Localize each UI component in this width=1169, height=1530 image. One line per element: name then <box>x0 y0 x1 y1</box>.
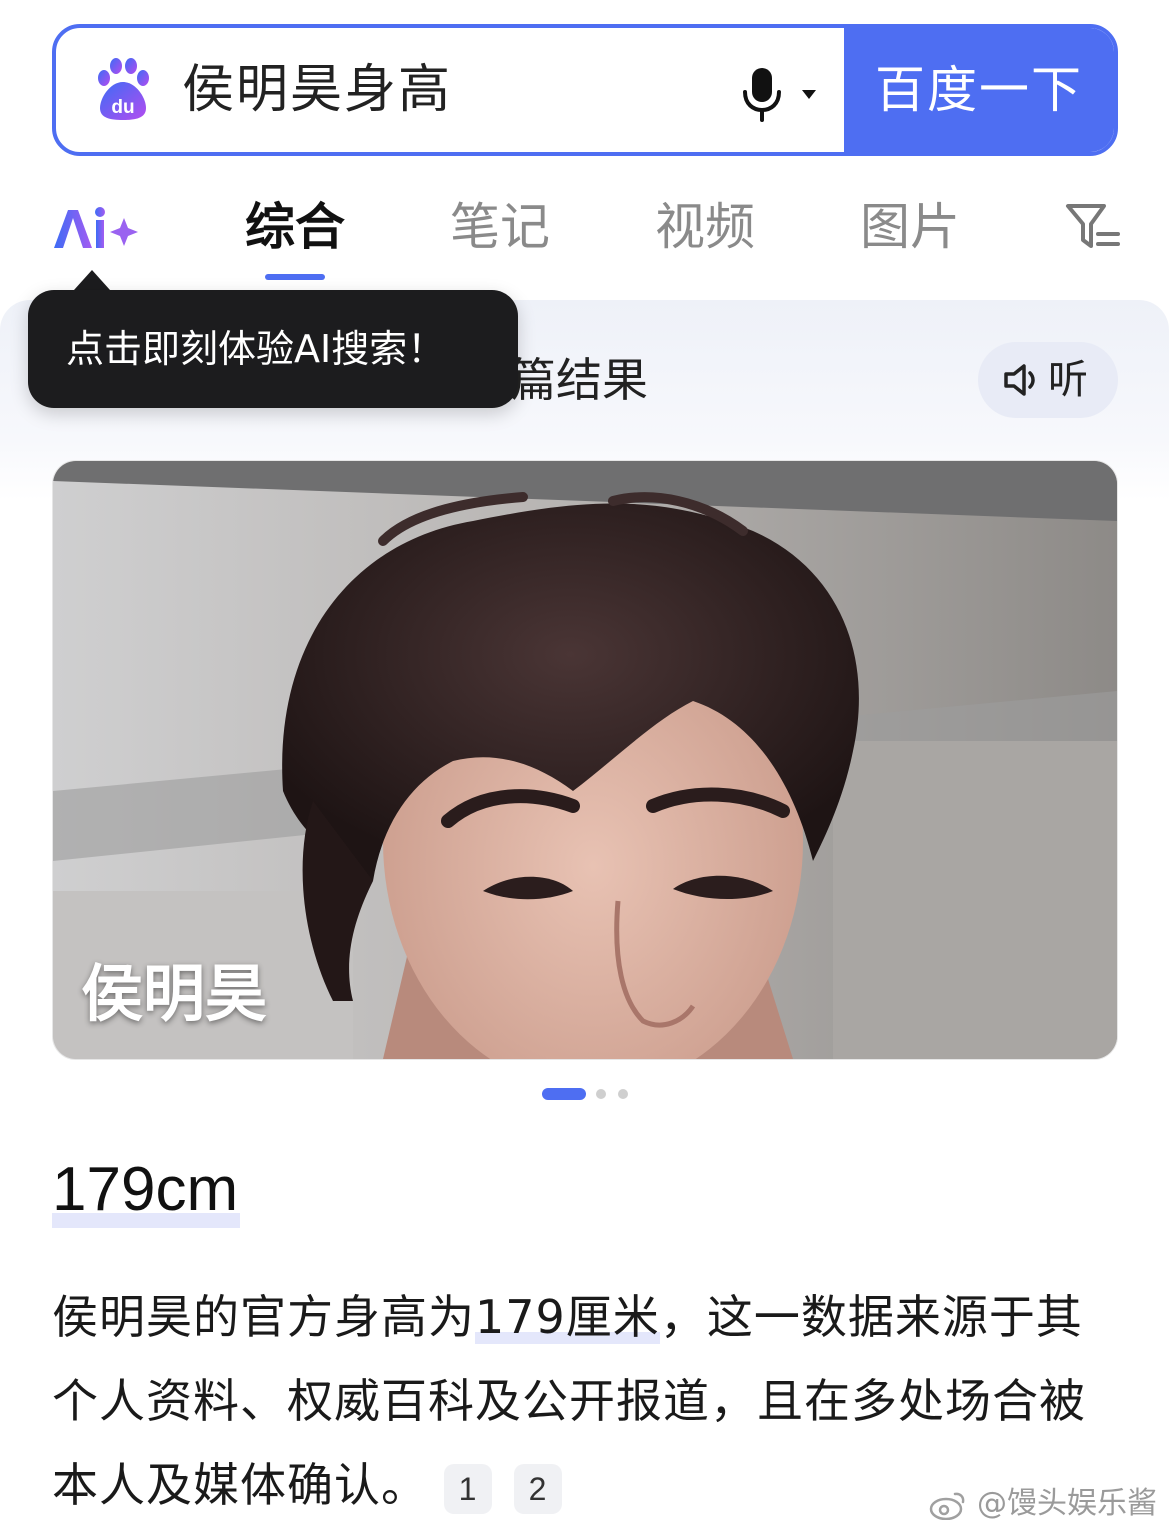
tab-images[interactable]: 图片 <box>860 192 960 262</box>
watermark: @馒头娱乐酱 <box>929 1484 1157 1524</box>
search-submit-button[interactable]: 百度一下 <box>844 28 1114 152</box>
tab-videos[interactable]: 视频 <box>655 192 755 262</box>
tooltip-arrow <box>74 270 110 290</box>
photo-name-overlay: 侯明昊 <box>81 957 268 1030</box>
tooltip-text: 点击即刻体验AI搜索！ <box>66 327 446 371</box>
answer-value: 179cm <box>52 1152 241 1228</box>
active-tab-indicator <box>265 274 325 280</box>
weibo-icon <box>930 1492 965 1520</box>
dropdown-caret-icon[interactable] <box>802 90 816 100</box>
listen-label: 听 <box>1048 357 1088 403</box>
listen-button[interactable]: 听 <box>978 342 1118 418</box>
watermark-text: @馒头娱乐酱 <box>977 1486 1157 1521</box>
tab-notes[interactable]: 笔记 <box>450 192 550 262</box>
answer-text-before: 侯明昊的官方身高为 <box>52 1290 475 1344</box>
svg-text:du: du <box>111 97 134 118</box>
search-bar: du 侯明昊身高 百度一下 <box>52 24 1118 156</box>
carousel-dot[interactable] <box>618 1089 628 1099</box>
carousel-dot-active[interactable] <box>542 1088 586 1100</box>
baidu-logo-icon: du <box>98 58 149 120</box>
citation-badge[interactable]: 2 <box>514 1463 562 1514</box>
answer-highlight: 179厘米 <box>475 1290 660 1344</box>
carousel-dot[interactable] <box>596 1089 606 1099</box>
citation-badge[interactable]: 1 <box>444 1463 492 1514</box>
carousel-indicator <box>542 1088 642 1100</box>
search-input[interactable]: 侯明昊身高 <box>182 28 452 152</box>
results-count-text: 篇结果 <box>510 353 648 407</box>
microphone-icon[interactable] <box>740 66 784 122</box>
tab-comprehensive[interactable]: 综合 <box>245 192 345 262</box>
tab-bar: 综合 笔记 视频 图片 <box>0 188 1169 280</box>
speaker-icon <box>1004 364 1035 396</box>
ai-search-tooltip[interactable]: 点击即刻体验AI搜索！ <box>28 290 518 408</box>
filter-icon[interactable] <box>1064 200 1124 254</box>
photo-carousel-image[interactable]: 侯明昊 <box>52 460 1118 1060</box>
ai-sparkle-icon[interactable] <box>52 204 142 254</box>
